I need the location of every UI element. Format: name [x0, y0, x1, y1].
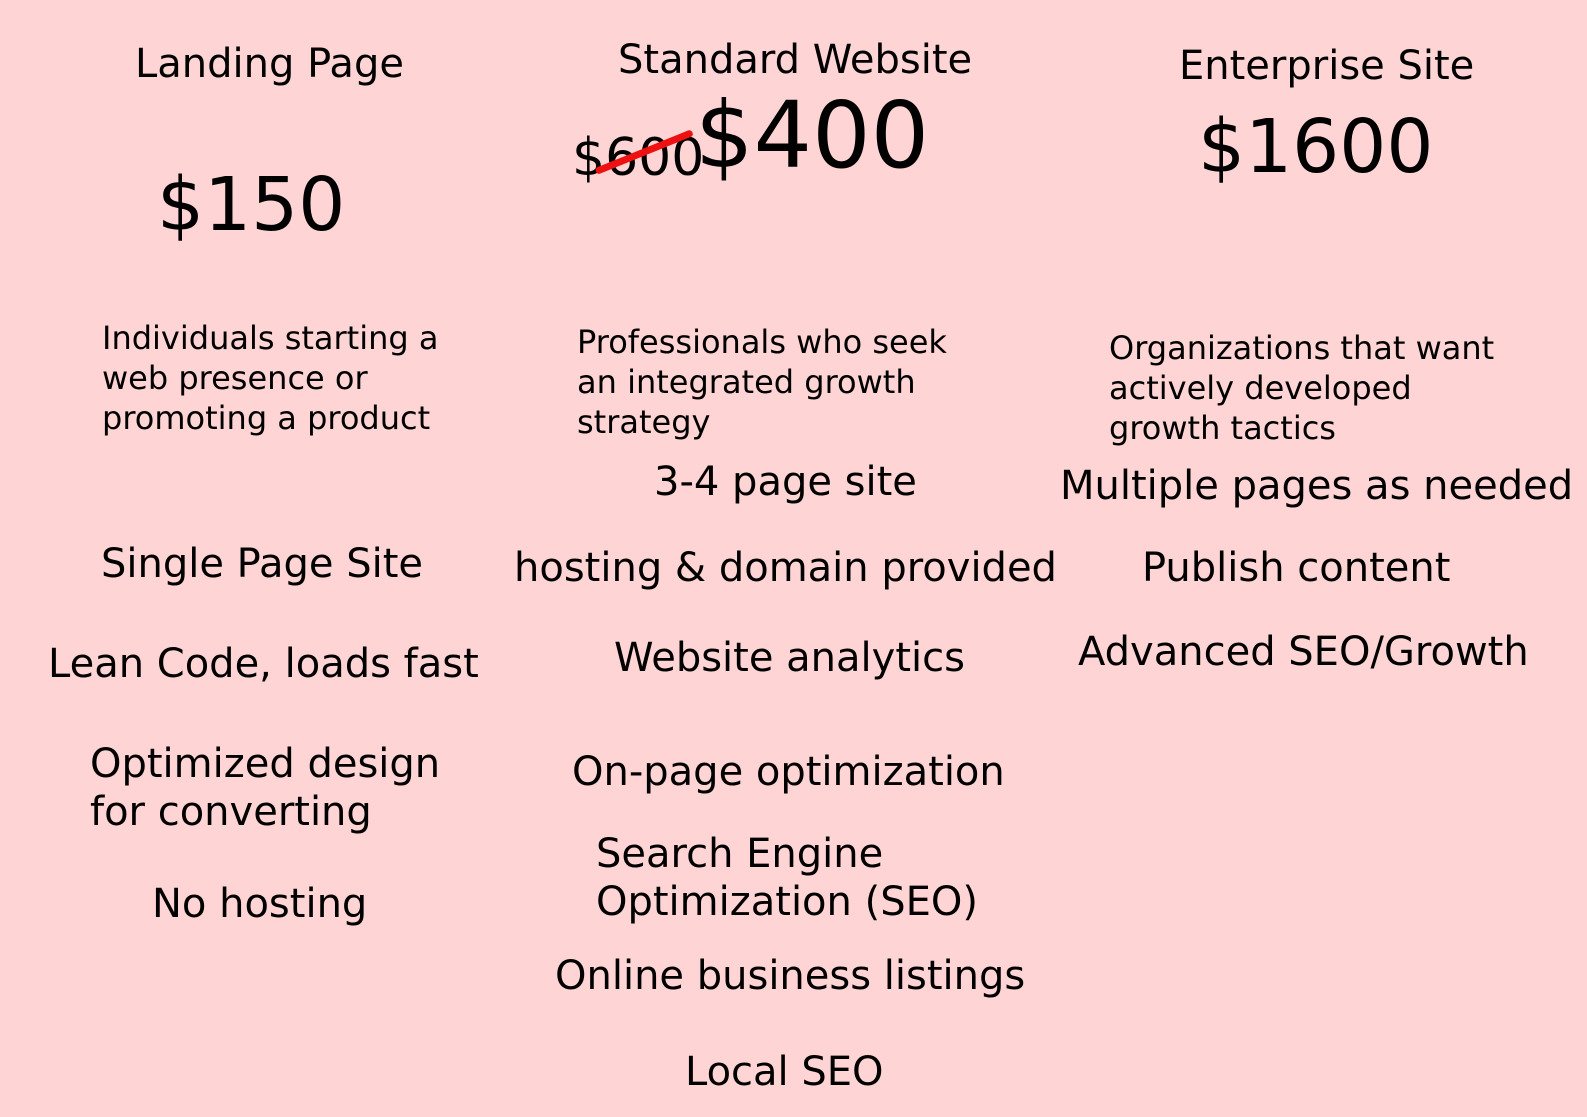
standard-feature-page-count: 3-4 page site — [654, 459, 917, 505]
standard-feature-seo: Search Engine Optimization (SEO) — [596, 831, 978, 925]
standard-feature-local-seo: Local SEO — [685, 1049, 884, 1095]
standard-plan-title: Standard Website — [618, 37, 973, 83]
standard-plan-old-price: $600 — [572, 129, 704, 188]
landing-feature-optimized-design: Optimized design for converting — [90, 741, 441, 835]
landing-feature-lean-code: Lean Code, loads fast — [48, 641, 479, 687]
standard-feature-business-listings: Online business listings — [555, 953, 1026, 999]
standard-feature-analytics: Website analytics — [614, 635, 965, 681]
landing-feature-single-page: Single Page Site — [101, 541, 424, 587]
standard-feature-on-page-optimization: On-page optimization — [572, 749, 1005, 795]
landing-feature-no-hosting: No hosting — [152, 881, 368, 927]
landing-plan-description: Individuals starting a web presence or p… — [102, 319, 439, 437]
enterprise-plan-title: Enterprise Site — [1179, 43, 1475, 89]
enterprise-plan-price: $1600 — [1198, 104, 1434, 190]
landing-plan-title: Landing Page — [135, 41, 404, 87]
enterprise-feature-multiple-pages: Multiple pages as needed — [1060, 463, 1574, 509]
enterprise-feature-publish-content: Publish content — [1142, 545, 1451, 591]
standard-plan-price: $400 — [695, 82, 930, 189]
enterprise-plan-description: Organizations that want actively develop… — [1109, 329, 1495, 447]
landing-plan-price: $150 — [157, 162, 346, 248]
standard-plan-description: Professionals who seek an integrated gro… — [577, 323, 947, 441]
standard-feature-hosting-domain: hosting & domain provided — [514, 545, 1057, 591]
enterprise-feature-advanced-seo: Advanced SEO/Growth — [1078, 629, 1529, 675]
